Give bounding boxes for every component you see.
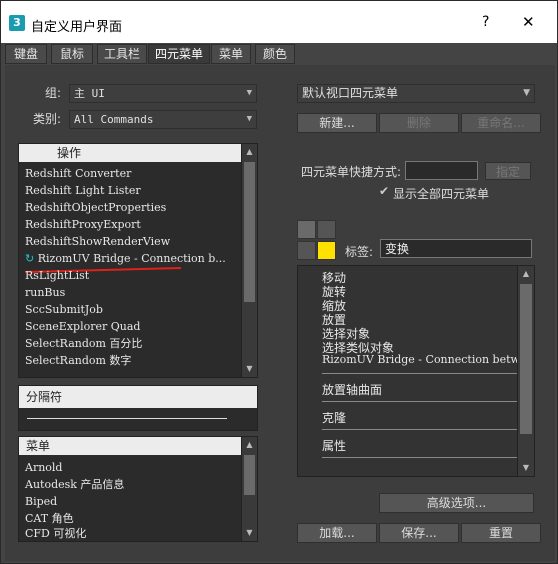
tab-keyboard[interactable]: 键盘 — [5, 44, 47, 64]
group-label: 组: — [45, 86, 62, 100]
customize-ui-dialog: 3 自定义用户界面 ? ✕ 键盘 鼠标 工具栏 四元菜单 菜单 颜色 组: 主 … — [0, 0, 558, 564]
delete-button[interactable]: 删除 — [379, 113, 459, 133]
list-item[interactable]: 克隆 — [322, 409, 346, 426]
tag-label: 标签: — [345, 245, 374, 259]
list-item[interactable]: Redshift Light Lister — [25, 182, 141, 199]
list-item[interactable]: 放置轴曲面 — [322, 381, 382, 398]
scroll-up-icon[interactable]: ▲ — [518, 266, 534, 282]
menus-list[interactable]: 菜单 Arnold Autodesk 产品信息 Biped CAT 角色 CFD… — [18, 436, 258, 542]
scroll-thumb[interactable] — [244, 455, 255, 495]
menus-scrollbar[interactable]: ▲ ▼ — [241, 437, 257, 541]
list-item[interactable]: RedshiftShowRenderView — [25, 233, 170, 250]
quad-bottom-left[interactable] — [297, 241, 316, 260]
divider — [322, 457, 517, 458]
scroll-down-icon[interactable]: ▼ — [242, 525, 257, 541]
group-dropdown[interactable]: 主 UI ▼ — [69, 84, 257, 103]
quad-items-scrollbar[interactable]: ▲ ▼ — [517, 266, 534, 476]
close-button[interactable]: ✕ — [522, 13, 535, 31]
window-title: 自定义用户界面 — [31, 20, 123, 35]
chevron-down-icon: ▼ — [523, 88, 530, 98]
actions-list[interactable]: 操作 Redshift Converter Redshift Light Lis… — [18, 143, 258, 378]
title-bar: 3 自定义用户界面 ? ✕ — [1, 1, 557, 43]
save-button[interactable]: 保存... — [379, 523, 459, 543]
scroll-down-icon[interactable]: ▼ — [518, 460, 534, 476]
quad-top-right[interactable] — [317, 220, 336, 239]
tab-menus[interactable]: 菜单 — [211, 44, 251, 64]
menus-header: 菜单 — [19, 437, 241, 455]
help-button[interactable]: ? — [482, 14, 489, 30]
group-value: 主 UI — [74, 87, 105, 100]
divider — [322, 429, 517, 430]
load-button[interactable]: 加载... — [297, 523, 377, 543]
tab-toolbars[interactable]: 工具栏 — [97, 44, 147, 64]
list-item[interactable]: RsLightList — [25, 267, 89, 284]
chevron-down-icon: ▼ — [246, 88, 252, 98]
checkbox-icon[interactable]: ✔ — [379, 184, 389, 198]
quad-menus-panel: 组: 主 UI ▼ 类别: All Commands ▼ 操作 Redshift C… — [5, 65, 555, 561]
list-item[interactable]: Biped — [25, 493, 57, 510]
tab-colors[interactable]: 颜色 — [255, 44, 295, 64]
quad-menu-dropdown[interactable]: 默认视口四元菜单 ▼ — [297, 84, 535, 103]
advanced-options-button[interactable]: 高级选项... — [379, 493, 534, 513]
app-icon: 3 — [9, 15, 25, 31]
shortcut-input[interactable] — [405, 161, 478, 180]
assign-button[interactable]: 指定 — [485, 162, 531, 180]
tab-mouse[interactable]: 鼠标 — [51, 44, 93, 64]
list-item[interactable]: Autodesk 产品信息 — [25, 476, 124, 493]
tag-input[interactable] — [380, 239, 532, 258]
rename-button[interactable]: 重命名... — [461, 113, 541, 133]
quad-top-left[interactable] — [297, 220, 316, 239]
scroll-up-icon[interactable]: ▲ — [242, 144, 257, 160]
rizomuv-icon: ↻ — [25, 252, 35, 265]
category-label: 类别: — [33, 112, 62, 126]
tab-quad-menus[interactable]: 四元菜单 — [148, 44, 210, 64]
quad-menu-value: 默认视口四元菜单 — [302, 86, 399, 100]
list-item[interactable]: runBus — [25, 284, 65, 301]
list-item-label: RizomUV Bridge - Connection b... — [37, 252, 226, 265]
chevron-down-icon: ▼ — [246, 114, 252, 124]
separator-label: 分隔符 — [19, 386, 257, 408]
divider — [322, 373, 517, 374]
list-item[interactable]: SccSubmitJob — [25, 301, 103, 318]
quad-items-list[interactable]: 移动 旋转 缩放 放置 选择对象 选择类似对象 RizomUV Bridge -… — [297, 265, 535, 477]
new-button[interactable]: 新建... — [297, 113, 377, 133]
list-item[interactable]: RizomUV Bridge - Connection betw — [322, 353, 517, 366]
scroll-thumb[interactable] — [244, 162, 255, 302]
scroll-up-icon[interactable]: ▲ — [242, 437, 257, 453]
scroll-down-icon[interactable]: ▼ — [242, 361, 257, 377]
divider — [322, 401, 517, 402]
separator-box[interactable]: 分隔符 — [18, 385, 258, 431]
show-all-quads-label: 显示全部四元菜单 — [393, 187, 490, 201]
actions-scrollbar[interactable]: ▲ ▼ — [241, 144, 257, 377]
quad-bottom-right-selected[interactable] — [317, 241, 336, 260]
list-item[interactable]: SelectRandom 百分比 — [25, 335, 142, 352]
list-item[interactable]: SelectRandom 数字 — [25, 352, 131, 369]
shortcut-label: 四元菜单快捷方式: — [301, 165, 402, 179]
list-item[interactable]: Arnold — [25, 459, 62, 476]
category-dropdown[interactable]: All Commands ▼ — [69, 110, 257, 129]
list-item[interactable]: CFD 可视化 — [25, 525, 86, 542]
list-item[interactable]: ↻ RizomUV Bridge - Connection b... — [25, 250, 226, 267]
actions-header: 操作 — [19, 144, 241, 162]
category-value: All Commands — [74, 113, 154, 126]
scroll-thumb[interactable] — [520, 284, 532, 434]
list-item[interactable]: 属性 — [322, 437, 346, 454]
separator-line — [27, 418, 227, 419]
list-item[interactable]: RedshiftProxyExport — [25, 216, 141, 233]
reset-button[interactable]: 重置 — [461, 523, 541, 543]
list-item[interactable]: RedshiftObjectProperties — [25, 199, 166, 216]
list-item[interactable]: SceneExplorer Quad — [25, 318, 140, 335]
list-item[interactable]: Redshift Converter — [25, 165, 131, 182]
